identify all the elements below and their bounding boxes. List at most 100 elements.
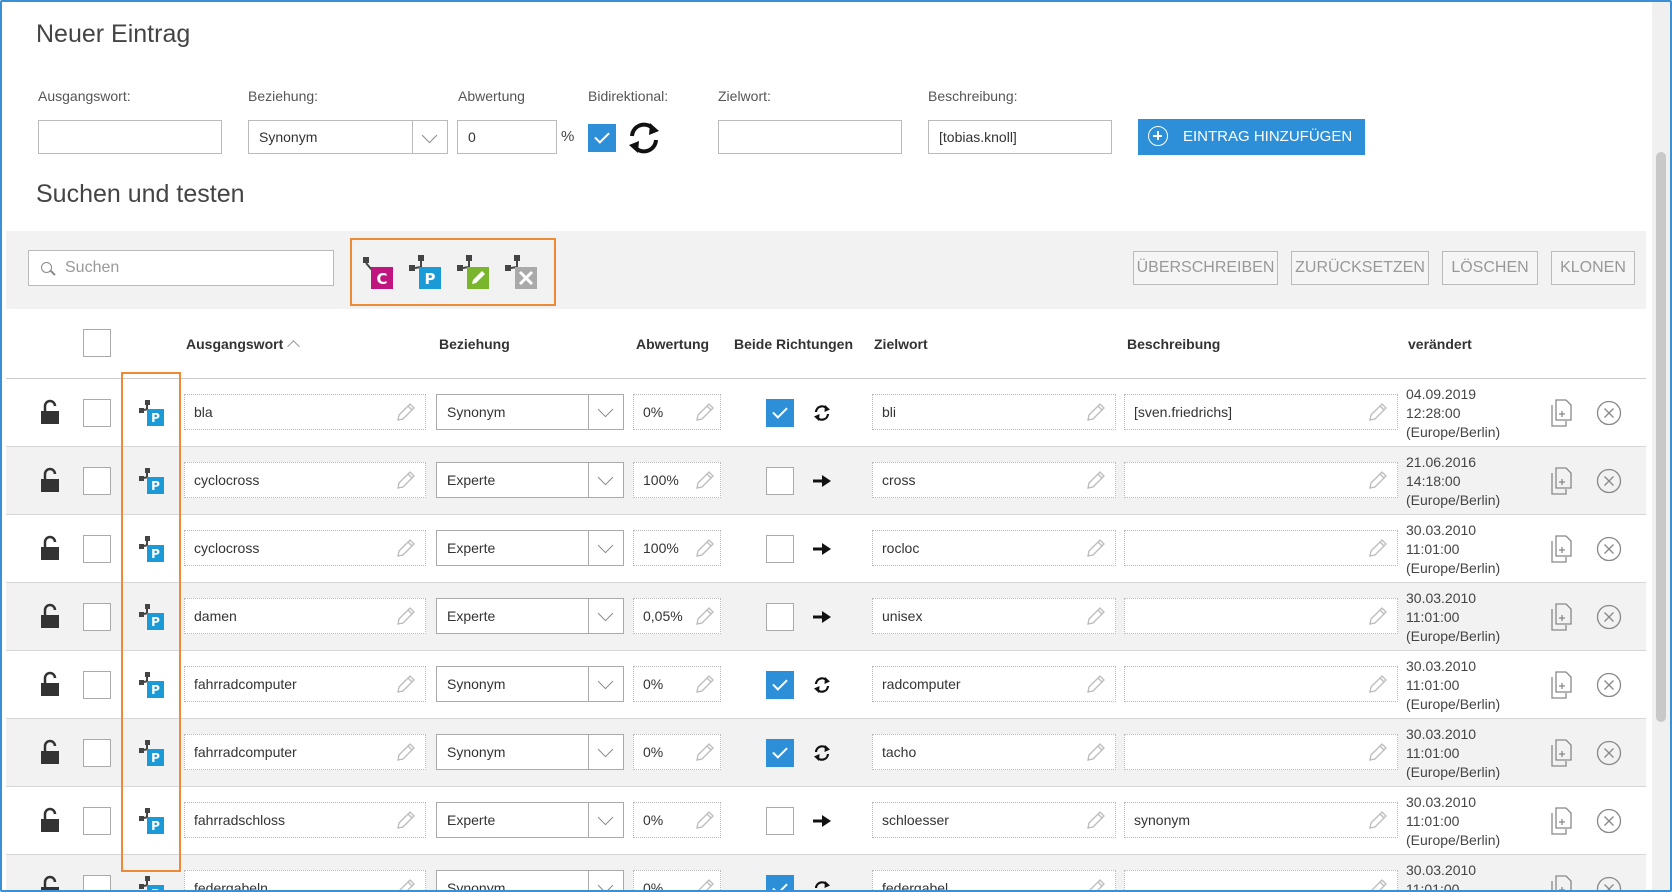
target-cell[interactable]: radcomputer — [872, 666, 1116, 702]
relation-select[interactable]: Experte — [436, 802, 624, 838]
scrollbar-thumb[interactable] — [1656, 152, 1666, 722]
clone-row-icon[interactable] — [1549, 467, 1573, 495]
relation-select[interactable]: Experte — [436, 462, 624, 498]
row-checkbox[interactable] — [83, 603, 111, 631]
lock-open-icon[interactable] — [40, 467, 60, 493]
both-directions-checkbox[interactable] — [766, 671, 794, 699]
add-entry-button[interactable]: EINTRAG HINZUFÜGEN — [1138, 119, 1365, 155]
clone-row-icon[interactable] — [1549, 399, 1573, 427]
target-cell[interactable]: tacho — [872, 734, 1116, 770]
header-relation[interactable]: Beziehung — [439, 336, 510, 352]
header-target[interactable]: Zielwort — [874, 336, 928, 352]
source-cell[interactable]: damen — [184, 598, 426, 634]
target-input[interactable] — [718, 120, 902, 154]
both-directions-checkbox[interactable] — [766, 739, 794, 767]
relation-select[interactable]: Experte — [436, 598, 624, 634]
delete-row-icon[interactable] — [1596, 468, 1622, 494]
source-cell[interactable]: federgabeln — [184, 870, 426, 890]
row-checkbox[interactable] — [83, 467, 111, 495]
devaluation-cell[interactable]: 0% — [633, 394, 721, 430]
description-cell[interactable] — [1124, 530, 1398, 566]
header-both-directions[interactable]: Beide Richtungen — [734, 336, 853, 352]
devaluation-cell[interactable]: 100% — [633, 462, 721, 498]
delete-button[interactable]: LÖSCHEN — [1442, 251, 1538, 285]
search-input[interactable]: Suchen — [28, 250, 334, 286]
header-changed[interactable]: verändert — [1408, 336, 1472, 352]
description-cell[interactable] — [1124, 666, 1398, 702]
description-cell[interactable] — [1124, 734, 1398, 770]
clone-row-icon[interactable] — [1549, 603, 1573, 631]
source-cell[interactable]: cyclocross — [184, 462, 426, 498]
devaluation-cell[interactable]: 0% — [633, 802, 721, 838]
bidirectional-checkbox[interactable] — [588, 124, 616, 152]
header-source[interactable]: Ausgangswort — [186, 336, 301, 353]
source-cell[interactable]: bla — [184, 394, 426, 430]
lock-open-icon[interactable] — [40, 603, 60, 629]
clone-row-icon[interactable] — [1549, 535, 1573, 563]
scope-p-icon[interactable]: P — [408, 254, 444, 290]
both-directions-checkbox[interactable] — [766, 875, 794, 890]
both-directions-checkbox[interactable] — [766, 807, 794, 835]
target-cell[interactable]: unisex — [872, 598, 1116, 634]
delete-row-icon[interactable] — [1596, 604, 1622, 630]
both-directions-checkbox[interactable] — [766, 603, 794, 631]
lock-open-icon[interactable] — [40, 671, 60, 697]
target-cell[interactable]: rocloc — [872, 530, 1116, 566]
row-checkbox[interactable] — [83, 875, 111, 890]
row-checkbox[interactable] — [83, 739, 111, 767]
target-cell[interactable]: cross — [872, 462, 1116, 498]
target-cell[interactable]: schloesser — [872, 802, 1116, 838]
overwrite-button[interactable]: ÜBERSCHREIBEN — [1133, 251, 1278, 285]
description-cell[interactable]: synonym — [1124, 802, 1398, 838]
source-input[interactable] — [38, 120, 222, 154]
both-directions-checkbox[interactable] — [766, 467, 794, 495]
target-cell[interactable]: federgabel — [872, 870, 1116, 890]
clone-row-icon[interactable] — [1549, 875, 1573, 892]
header-devaluation[interactable]: Abwertung — [636, 336, 709, 352]
description-input[interactable]: [tobias.knoll] — [928, 120, 1112, 154]
source-cell[interactable]: fahrradcomputer — [184, 666, 426, 702]
scope-edit-icon[interactable] — [456, 254, 492, 290]
relation-select[interactable]: Synonym — [436, 870, 624, 890]
delete-row-icon[interactable] — [1596, 672, 1622, 698]
description-cell[interactable] — [1124, 598, 1398, 634]
lock-open-icon[interactable] — [40, 399, 60, 425]
delete-row-icon[interactable] — [1596, 536, 1622, 562]
devaluation-input[interactable]: 0 — [457, 120, 557, 154]
delete-row-icon[interactable] — [1596, 876, 1622, 892]
relation-select[interactable]: Synonym — [436, 734, 624, 770]
both-directions-checkbox[interactable] — [766, 399, 794, 427]
relation-select[interactable]: Synonym — [436, 394, 624, 430]
source-cell[interactable]: fahrradschloss — [184, 802, 426, 838]
lock-open-icon[interactable] — [40, 875, 60, 892]
vertical-scrollbar[interactable] — [1652, 2, 1670, 890]
header-description[interactable]: Beschreibung — [1127, 336, 1220, 352]
devaluation-cell[interactable]: 0% — [633, 734, 721, 770]
source-cell[interactable]: fahrradcomputer — [184, 734, 426, 770]
description-cell[interactable] — [1124, 462, 1398, 498]
row-checkbox[interactable] — [83, 399, 111, 427]
delete-row-icon[interactable] — [1596, 808, 1622, 834]
relation-select[interactable]: Synonym — [436, 666, 624, 702]
delete-row-icon[interactable] — [1596, 740, 1622, 766]
source-cell[interactable]: cyclocross — [184, 530, 426, 566]
lock-open-icon[interactable] — [40, 739, 60, 765]
delete-row-icon[interactable] — [1596, 400, 1622, 426]
description-cell[interactable]: [sven.friedrichs] — [1124, 394, 1398, 430]
relation-select[interactable]: Synonym — [248, 120, 448, 154]
select-all-checkbox[interactable] — [83, 329, 111, 357]
reset-button[interactable]: ZURÜCKSETZEN — [1291, 251, 1429, 285]
both-directions-checkbox[interactable] — [766, 535, 794, 563]
devaluation-cell[interactable]: 100% — [633, 530, 721, 566]
row-checkbox[interactable] — [83, 671, 111, 699]
scope-c-icon[interactable]: C — [360, 254, 396, 290]
lock-open-icon[interactable] — [40, 807, 60, 833]
clone-row-icon[interactable] — [1549, 739, 1573, 767]
row-checkbox[interactable] — [83, 535, 111, 563]
relation-select[interactable]: Experte — [436, 530, 624, 566]
lock-open-icon[interactable] — [40, 535, 60, 561]
devaluation-cell[interactable]: 0% — [633, 870, 721, 890]
clone-button[interactable]: KLONEN — [1551, 251, 1635, 285]
clone-row-icon[interactable] — [1549, 807, 1573, 835]
row-checkbox[interactable] — [83, 807, 111, 835]
